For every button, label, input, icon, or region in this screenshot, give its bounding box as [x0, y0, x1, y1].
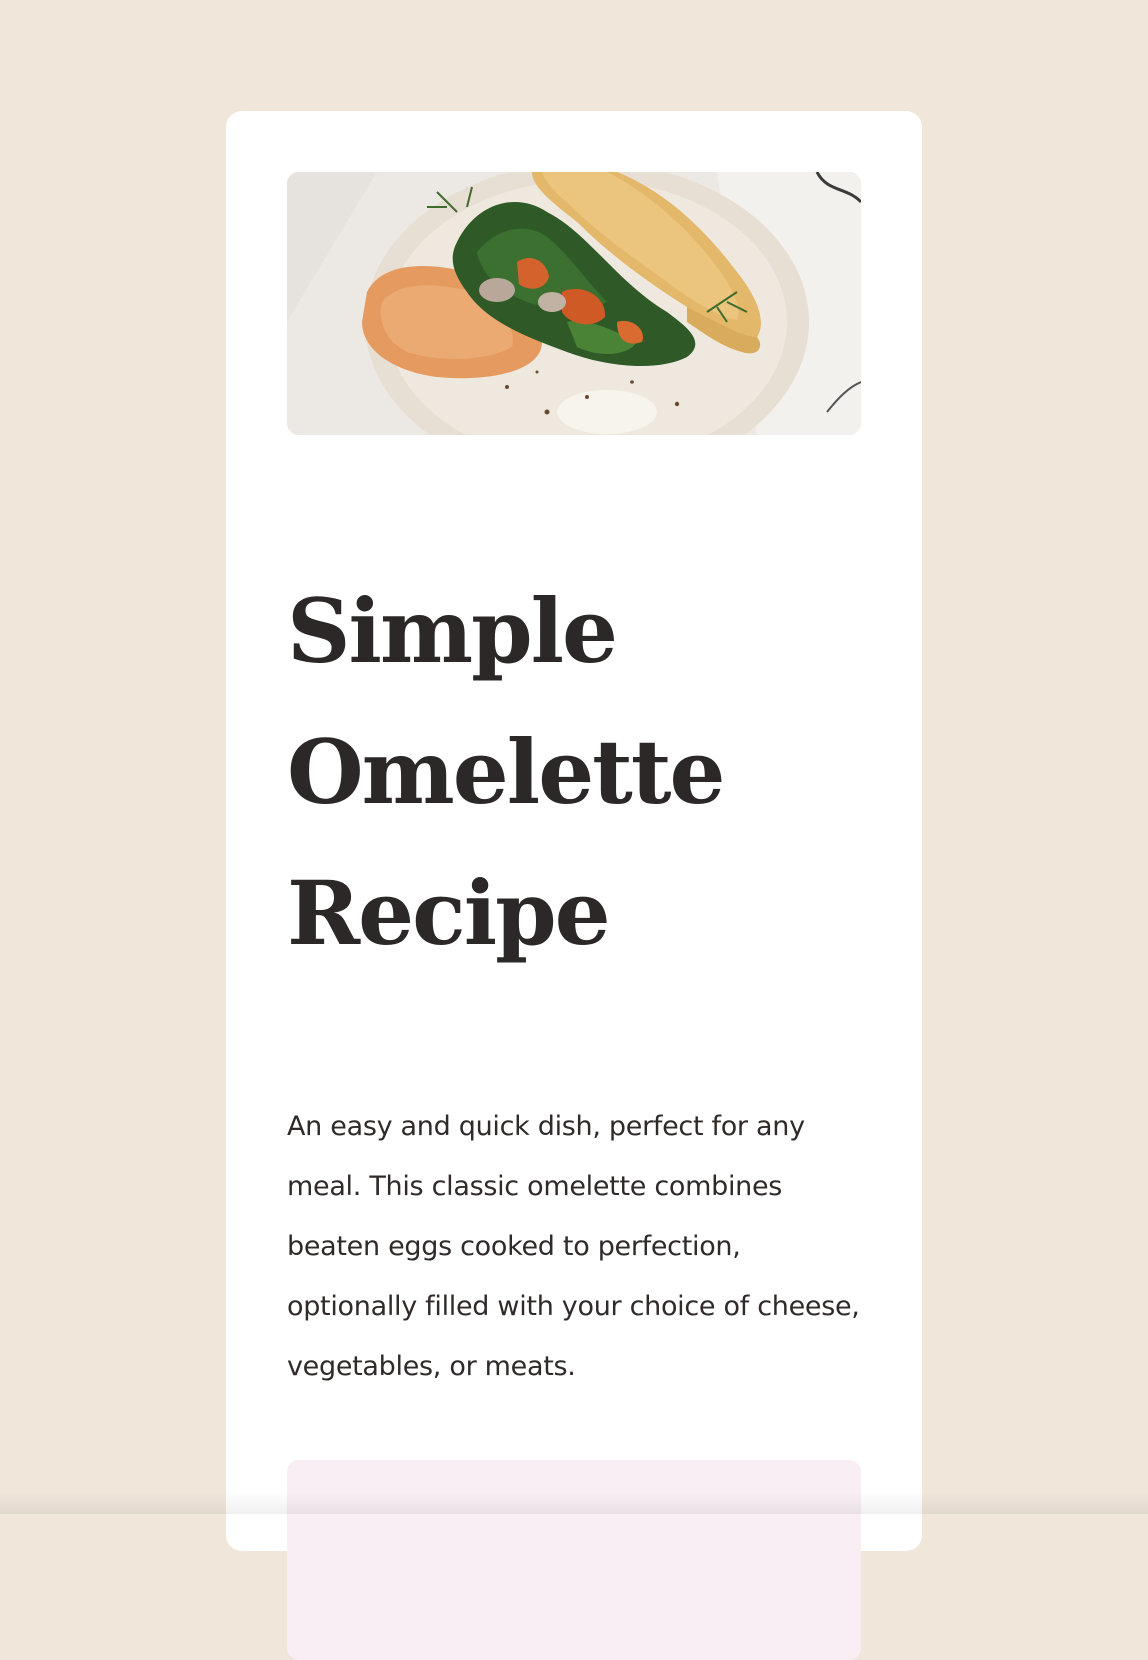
- recipe-title-line-1: Simple: [287, 579, 618, 683]
- recipe-description: An easy and quick dish, perfect for any …: [287, 1111, 860, 1382]
- recipe-card: Simple Omelette Recipe An easy and quick…: [226, 111, 922, 1660]
- omelette-image: [287, 172, 861, 435]
- recipe-title-line-2: Omelette: [287, 720, 725, 824]
- recipe-title: Simple Omelette Recipe: [287, 561, 861, 984]
- preparation-time-box: [287, 1460, 861, 1660]
- recipe-title-line-3: Recipe: [287, 861, 611, 965]
